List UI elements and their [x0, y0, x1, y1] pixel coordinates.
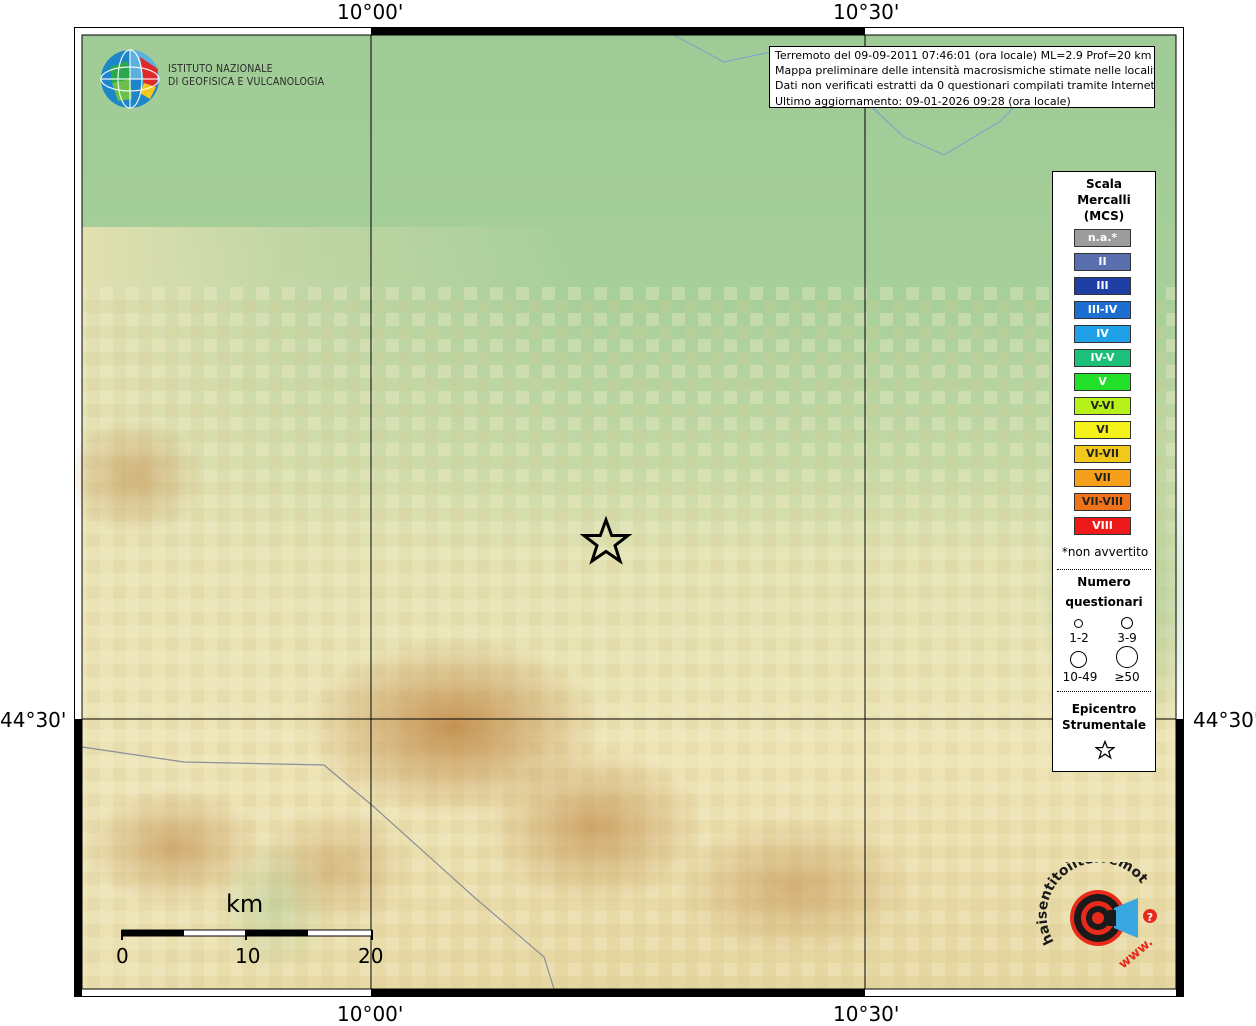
intensity-swatch: VI: [1074, 421, 1131, 439]
info-line-map-description: Mappa preliminare delle intensità macros…: [775, 64, 1155, 78]
count-title-numero: Numero: [1077, 575, 1131, 589]
hsit-badge: ?: [1147, 911, 1153, 924]
info-line-event: Terremoto del 09-09-2011 07:46:01 (ora l…: [775, 49, 1152, 62]
scale-tick-20: 20: [358, 944, 384, 968]
count-circle-xlarge-icon: [1116, 646, 1138, 668]
scale-unit: km: [226, 890, 264, 918]
count-circle-medium-icon: [1121, 617, 1133, 629]
epicenter-legend-star-icon: [1095, 740, 1115, 760]
hsit-target-icon: haisentitoilterremoto.it ?: [1029, 850, 1157, 947]
coord-bottom-10-00: 10°00': [337, 1002, 404, 1026]
intensity-swatch: V: [1074, 373, 1131, 391]
scale-tick-0: 0: [116, 944, 129, 968]
scale-bar: km 0 10 20: [116, 888, 386, 973]
count-label-3-9: 3-9: [1117, 631, 1137, 645]
coord-left-44-30: 44°30': [0, 708, 67, 732]
ingv-name-line1: ISTITUTO NAZIONALE: [168, 63, 273, 75]
intensity-swatch: III-IV: [1074, 301, 1131, 319]
intensity-legend: Scala Mercalli (MCS) n.a.* II III III-IV IV I…: [1052, 171, 1156, 772]
scale-tick-10: 10: [235, 944, 261, 968]
terrain-map: [74, 27, 1184, 997]
info-line-data-note: Dati non verificati estratti da 0 questi…: [775, 79, 1155, 93]
legend-title-mcs: (MCS): [1083, 209, 1125, 223]
count-circle-small-icon: [1074, 619, 1083, 628]
ingv-name-line2: DI GEOFISICA E VULCANOLOGIA: [168, 76, 325, 88]
epicenter-title: Epicentro: [1071, 702, 1137, 716]
map-area: [74, 27, 1184, 997]
count-label-50-plus: ≥50: [1114, 670, 1140, 684]
coord-top-10-30: 10°30': [833, 0, 900, 24]
legend-divider: [1057, 691, 1151, 692]
count-circle-large-icon: [1070, 651, 1087, 668]
coord-bottom-10-30: 10°30': [833, 1002, 900, 1026]
info-line-last-update: Ultimo aggiornamento: 09-01-2026 09:28 (…: [775, 94, 1071, 108]
coord-top-10-00: 10°00': [337, 0, 404, 24]
legend-divider: [1057, 569, 1151, 570]
legend-title-scala: Scala: [1085, 177, 1123, 191]
intensity-swatch: IV-V: [1074, 349, 1131, 367]
count-label-1-2: 1-2: [1069, 631, 1089, 645]
epicenter-title-strumentale: Strumentale: [1061, 718, 1147, 732]
event-info-box: Terremoto del 09-09-2011 07:46:01 (ora l…: [769, 46, 1155, 108]
ingv-globe-icon: [100, 49, 160, 109]
intensity-swatch: VIII: [1074, 517, 1131, 535]
intensity-swatch: VII-VIII: [1074, 493, 1131, 511]
ingv-name: ISTITUTO NAZIONALE DI GEOFISICA E VULCAN…: [168, 63, 324, 89]
legend-title-mercalli: Mercalli: [1077, 193, 1131, 207]
intensity-swatch: n.a.*: [1074, 229, 1131, 247]
count-label-10-49: 10-49: [1062, 670, 1098, 684]
not-felt-note: *non avvertito: [1061, 545, 1149, 559]
intensity-swatch: IV: [1074, 325, 1131, 343]
intensity-swatch: VII: [1074, 469, 1131, 487]
intensity-swatch: III: [1074, 277, 1131, 295]
intensity-swatch: V-VI: [1074, 397, 1131, 415]
intensity-swatch: VI-VII: [1074, 445, 1131, 463]
intensity-swatch: II: [1074, 253, 1131, 271]
hsit-logo: haisentitoilterremoto.it ? www.: [1029, 850, 1164, 974]
coord-right-44-30: 44°30': [1193, 708, 1256, 732]
count-title-questionari: questionari: [1065, 595, 1143, 609]
scale-bar-graphic: [121, 929, 373, 940]
